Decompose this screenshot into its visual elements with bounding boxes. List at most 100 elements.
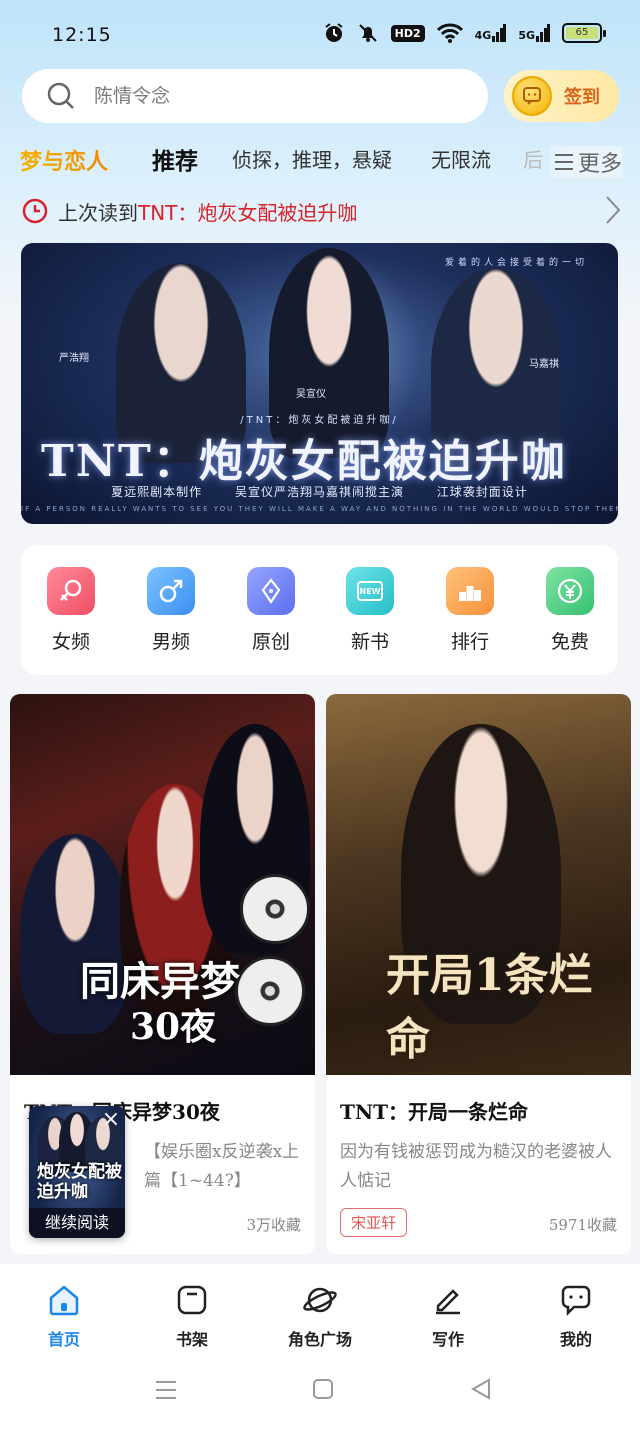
last-read-book: TNT：炮灰女配被迫升咖: [138, 200, 358, 225]
search-bar[interactable]: [22, 69, 488, 123]
more-label: 更多: [578, 152, 623, 177]
banner-fine-print: IF A PERSON REALLY WANTS TO SEE YOU THEY…: [21, 505, 618, 513]
tab-detective[interactable]: 侦探，推理，悬疑: [232, 144, 392, 173]
tab-label: 首页: [47, 1330, 80, 1349]
quick-label: 排行: [450, 631, 489, 653]
home-button-icon[interactable]: [312, 1378, 334, 1400]
tab-label: 角色广场: [287, 1330, 352, 1349]
system-nav-bar: [0, 1364, 640, 1429]
status-time: 12:15: [52, 24, 112, 46]
book-description: 因为有钱被惩罚成为糙汉的老婆被人人惦记: [340, 1142, 612, 1191]
quick-ranking[interactable]: 排行: [440, 567, 500, 654]
bottom-tab-bar: 首页 书架 角色广场 写作 我的: [0, 1264, 640, 1364]
book-cover: 同床异梦 30夜: [10, 694, 315, 1075]
net2-label: 5G: [518, 29, 535, 42]
bookshelf-icon: [177, 1285, 207, 1315]
close-icon[interactable]: ×: [101, 1109, 121, 1131]
new-book-icon: NEW: [346, 567, 394, 615]
quick-label: 女频: [51, 631, 90, 653]
chevron-right-icon: [606, 196, 621, 224]
male-icon: [147, 567, 195, 615]
tab-write[interactable]: 写作: [408, 1284, 488, 1350]
status-bar: 12:15 HD2 4G 5G 65: [0, 0, 640, 68]
home-icon: [49, 1285, 79, 1316]
banner-credits: 夏远熙剧本制作 吴宣仪严浩翔马嘉祺闹搅主演 江球袭封面设计: [111, 485, 528, 499]
net1-label: 4G: [474, 29, 492, 42]
last-read-prefix: 上次读到: [58, 200, 138, 225]
more-categories-button[interactable]: 更多: [550, 146, 623, 178]
widget-title: 炮灰女配被迫升咖: [37, 1162, 122, 1202]
film-reel-icon: [240, 874, 310, 944]
cover-subtitle: 30夜: [130, 1006, 217, 1048]
category-tabs: 梦与恋人 推荐 侦探，推理，悬疑 无限流 后: [0, 140, 640, 180]
favorites-count: 3万收藏: [246, 1216, 301, 1234]
hero-banner[interactable]: 爱着的人会接受着的一切 严浩翔 吴宣仪 马嘉祺 /TNT：炮灰女配被迫升咖/ T…: [21, 243, 618, 524]
tab-clipped[interactable]: 后: [523, 144, 543, 173]
quick-free[interactable]: 免费: [540, 567, 600, 654]
wifi-icon: [436, 23, 463, 43]
signal-5g: 5G: [518, 24, 550, 42]
quick-new[interactable]: NEW 新书: [340, 567, 400, 654]
continue-reading-button[interactable]: 继续阅读: [29, 1208, 125, 1238]
checkin-button[interactable]: 签到: [504, 70, 619, 122]
tab-label: 我的: [559, 1330, 592, 1349]
chat-bubble-icon: [561, 1285, 591, 1317]
hd-badge: HD2: [390, 24, 425, 42]
banner-top-text: 爱着的人会接受着的一切: [444, 258, 588, 268]
book-cover: 开局1条烂命: [326, 694, 631, 1075]
banner-title: TNT：炮灰女配被迫升咖: [41, 436, 567, 487]
banner-name-middle: 吴宣仪: [296, 389, 326, 400]
checkin-label: 签到: [564, 87, 600, 108]
author-tag[interactable]: 宋亚轩: [340, 1208, 408, 1237]
mute-bell-icon: [358, 24, 377, 42]
quick-label: 原创: [251, 631, 290, 653]
yen-icon: [546, 567, 594, 615]
planet-icon: [303, 1287, 337, 1313]
signal-4g: 4G: [475, 24, 507, 42]
search-input[interactable]: [94, 85, 434, 107]
banner-subtitle: /TNT：炮灰女配被迫升咖/: [240, 415, 399, 426]
clock-icon: [22, 198, 48, 224]
favorites-count: 5971收藏: [548, 1216, 617, 1234]
quick-label: 男频: [151, 631, 190, 653]
signal-bars-icon: [492, 24, 507, 42]
status-icons: HD2 4G 5G 65: [323, 22, 606, 44]
cover-title: 开局1条烂命: [386, 950, 593, 1065]
tab-label: 写作: [431, 1330, 464, 1349]
signal-bars-icon: [536, 24, 550, 42]
tab-bookshelf[interactable]: 书架: [152, 1284, 232, 1350]
battery-icon: 65: [562, 23, 606, 43]
pencil-icon: [436, 1289, 460, 1315]
tab-characters[interactable]: 角色广场: [280, 1284, 360, 1350]
book-card[interactable]: 开局1条烂命 TNT：开局一条烂命 因为有钱被惩罚成为糙汉的老婆被人人惦记 宋亚…: [326, 694, 631, 1254]
quick-label: 免费: [550, 631, 589, 653]
female-icon: [47, 567, 95, 615]
coin-icon: [512, 76, 552, 116]
alarm-icon: [325, 23, 343, 42]
search-icon: [47, 82, 74, 109]
recents-icon[interactable]: [154, 1378, 178, 1402]
quick-male[interactable]: 男频: [141, 567, 201, 654]
back-icon[interactable]: [470, 1377, 492, 1401]
tab-recommend[interactable]: 推荐: [152, 142, 198, 176]
tab-brand[interactable]: 梦与恋人: [20, 144, 108, 176]
tab-home[interactable]: 首页: [24, 1284, 104, 1350]
quick-links-panel: 女频 男频 原创 NEW 新书 排行 免费: [21, 545, 618, 675]
continue-reading-widget[interactable]: 炮灰女配被迫升咖 × 继续阅读: [29, 1106, 125, 1238]
last-read-bar[interactable]: 上次读到 TNT：炮灰女配被迫升咖: [22, 193, 622, 229]
quick-original[interactable]: 原创: [241, 567, 301, 654]
battery-level: 65: [566, 27, 598, 39]
banner-name-right: 马嘉祺: [529, 359, 559, 370]
film-reel-icon: [235, 956, 305, 1026]
quick-female[interactable]: 女频: [41, 567, 101, 654]
pen-nib-icon: [247, 567, 295, 615]
tab-infinite[interactable]: 无限流: [431, 144, 491, 173]
podium-icon: [446, 567, 494, 615]
svg-text:NEW: NEW: [360, 587, 381, 596]
book-title: TNT：开局一条烂命: [340, 1100, 529, 1124]
menu-icon: [555, 154, 573, 170]
tab-mine[interactable]: 我的: [536, 1284, 616, 1350]
banner-name-left: 严浩翔: [59, 353, 89, 364]
tab-label: 书架: [175, 1330, 208, 1349]
quick-label: 新书: [350, 631, 389, 653]
